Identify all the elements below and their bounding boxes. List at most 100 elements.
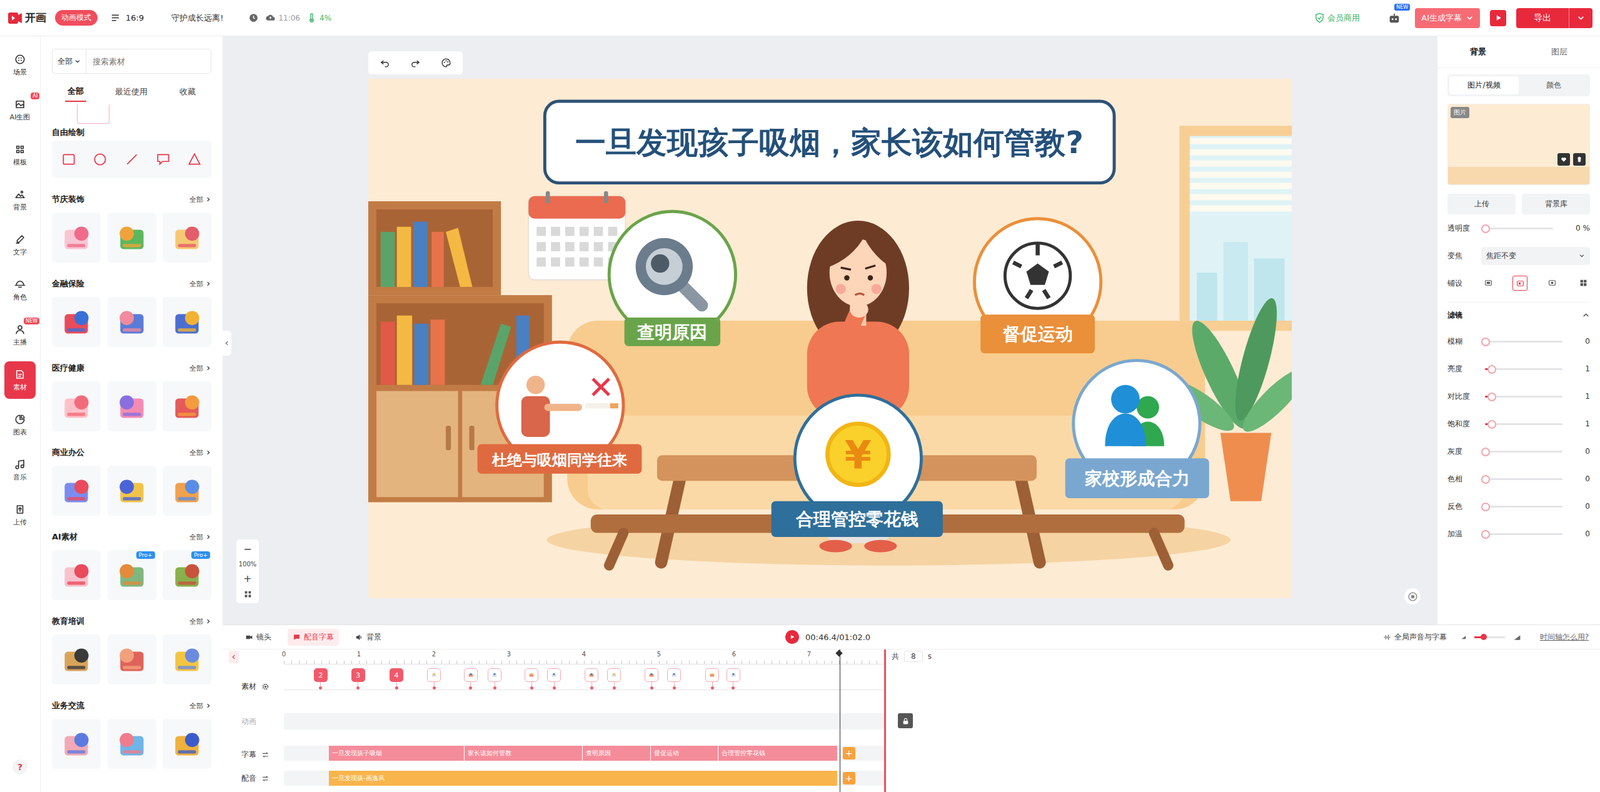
mode-badge[interactable]: 动画模式	[55, 10, 98, 26]
rail-item[interactable]: 音乐	[4, 451, 36, 489]
rail-item[interactable]: 角色	[4, 271, 36, 309]
material-marker[interactable]	[705, 668, 720, 690]
export-button[interactable]: 导出	[1516, 8, 1593, 29]
see-all-link[interactable]: 全部	[189, 448, 212, 458]
project-title[interactable]: 守护成长远离!	[171, 12, 224, 24]
global-audio-button[interactable]: 全局声音与字幕	[1383, 632, 1447, 643]
material-tile[interactable]: Pro+	[162, 550, 212, 601]
rail-item[interactable]: 背景	[4, 181, 36, 219]
material-marker[interactable]: 4	[389, 668, 404, 690]
zoom-out-icon[interactable]	[1460, 633, 1467, 641]
material-tile[interactable]	[162, 634, 212, 685]
end-marker[interactable]	[884, 649, 886, 792]
subtitle-clip[interactable]: 一旦发现孩子吸烟	[328, 745, 465, 761]
timeline-play-button[interactable]	[785, 630, 800, 645]
fit-button[interactable]	[1404, 588, 1421, 605]
material-tile[interactable]	[162, 212, 212, 263]
see-all-link[interactable]: 全部	[189, 279, 212, 289]
add-subtitle-button[interactable]: +	[842, 747, 856, 760]
shape-item[interactable]	[186, 151, 203, 168]
material-tile[interactable]	[107, 634, 157, 685]
filter-slider[interactable]	[1484, 340, 1563, 343]
see-all-link[interactable]: 全部	[189, 195, 212, 205]
subtitle-clip[interactable]: 查明原因	[582, 745, 651, 761]
cloud-icon[interactable]	[265, 12, 276, 24]
filter-slider[interactable]	[1484, 478, 1563, 481]
lock-button[interactable]	[897, 713, 913, 729]
material-tab[interactable]: 最近使用	[112, 82, 151, 102]
material-tile[interactable]	[107, 381, 157, 432]
opacity-slider[interactable]	[1484, 227, 1554, 230]
material-tile[interactable]: Pro+	[107, 550, 157, 601]
tile-option[interactable]	[1576, 275, 1590, 290]
material-marker[interactable]	[487, 668, 502, 690]
ai-subtitle-button[interactable]: AI生成字幕	[1414, 8, 1480, 29]
material-marker[interactable]	[427, 668, 441, 690]
panel-button[interactable]: 上传	[1447, 193, 1516, 215]
subtitle-clip[interactable]: 家长该如何管教	[464, 745, 583, 761]
filter-slider[interactable]	[1484, 423, 1563, 426]
see-all-link[interactable]: 全部	[189, 532, 212, 543]
partial-item[interactable]	[51, 102, 212, 124]
filter-slider[interactable]	[1484, 395, 1563, 398]
material-tile[interactable]	[107, 719, 157, 770]
undo-icon[interactable]	[379, 57, 391, 69]
palette-icon[interactable]	[440, 57, 452, 69]
shape-item[interactable]	[155, 151, 172, 168]
filter-slider[interactable]	[1484, 533, 1563, 536]
logo[interactable]: 开画	[7, 10, 47, 26]
timeline-tab[interactable]: 镜头	[240, 628, 277, 646]
panel-tab[interactable]: 背景	[1463, 42, 1493, 62]
delete-button[interactable]	[1573, 153, 1586, 166]
gear-icon[interactable]	[261, 682, 270, 691]
material-tile[interactable]	[51, 634, 101, 685]
canvas-scene[interactable]: 查明原因督促运动杜绝与吸烟同学往来¥合理管控零花钱家校形成合力一旦发现孩子吸烟，…	[368, 78, 1292, 599]
member-button[interactable]: 会员商用	[1314, 12, 1360, 24]
material-tile[interactable]	[51, 719, 101, 770]
material-marker[interactable]	[547, 668, 561, 690]
material-tab[interactable]: 收藏	[176, 82, 199, 102]
rail-item[interactable]: 文字	[4, 226, 36, 264]
source-tab[interactable]: 颜色	[1518, 76, 1589, 95]
search-input[interactable]	[86, 56, 211, 67]
material-marker[interactable]: 3	[351, 668, 366, 690]
collapse-handle[interactable]	[222, 330, 232, 356]
material-tile[interactable]	[162, 381, 212, 432]
tile-option[interactable]	[1481, 275, 1495, 290]
material-tile[interactable]	[162, 719, 212, 770]
rail-item[interactable]: 主播 NEW	[4, 316, 36, 354]
topic-bubble[interactable]: ¥合理管控零花钱	[770, 395, 943, 538]
topic-bubble[interactable]: 杜绝与吸烟同学往来	[477, 342, 642, 474]
zoom-in-icon[interactable]	[1513, 633, 1522, 642]
material-marker[interactable]	[726, 668, 741, 690]
see-all-link[interactable]: 全部	[189, 701, 212, 711]
grid-icon[interactable]	[243, 590, 252, 599]
swap-icon[interactable]	[261, 750, 270, 760]
help-button[interactable]: ?	[12, 759, 28, 775]
zoom-out-button[interactable]: −	[243, 544, 252, 555]
material-tile[interactable]	[107, 465, 157, 516]
topic-bubble[interactable]: 查明原因	[608, 211, 736, 346]
material-tile[interactable]	[107, 212, 157, 263]
material-tab[interactable]: 全部	[65, 81, 87, 102]
filter-slider[interactable]	[1484, 368, 1563, 371]
timeline-collapse[interactable]	[228, 650, 239, 664]
rail-item[interactable]: 素材	[4, 361, 36, 399]
add-voice-button[interactable]: +	[842, 772, 856, 785]
material-tile[interactable]	[51, 296, 101, 348]
tile-option[interactable]	[1512, 275, 1528, 291]
panel-tab[interactable]: 图层	[1544, 42, 1574, 62]
material-tile[interactable]	[51, 381, 101, 432]
material-tile[interactable]	[162, 296, 212, 348]
shape-item[interactable]	[91, 151, 109, 168]
material-marker[interactable]	[667, 668, 681, 690]
timeline-help-link[interactable]: 时间轴怎么用?	[1539, 632, 1589, 643]
shape-item[interactable]	[123, 151, 141, 168]
see-all-link[interactable]: 全部	[189, 617, 212, 627]
source-tab[interactable]: 图片/视频	[1449, 76, 1519, 95]
zoom-select[interactable]: 焦距不变	[1481, 246, 1590, 266]
material-tile[interactable]	[162, 465, 212, 516]
material-marker[interactable]	[607, 668, 621, 690]
subtitle-clip[interactable]: 督促运动	[650, 745, 719, 761]
swap-icon[interactable]	[261, 774, 270, 783]
